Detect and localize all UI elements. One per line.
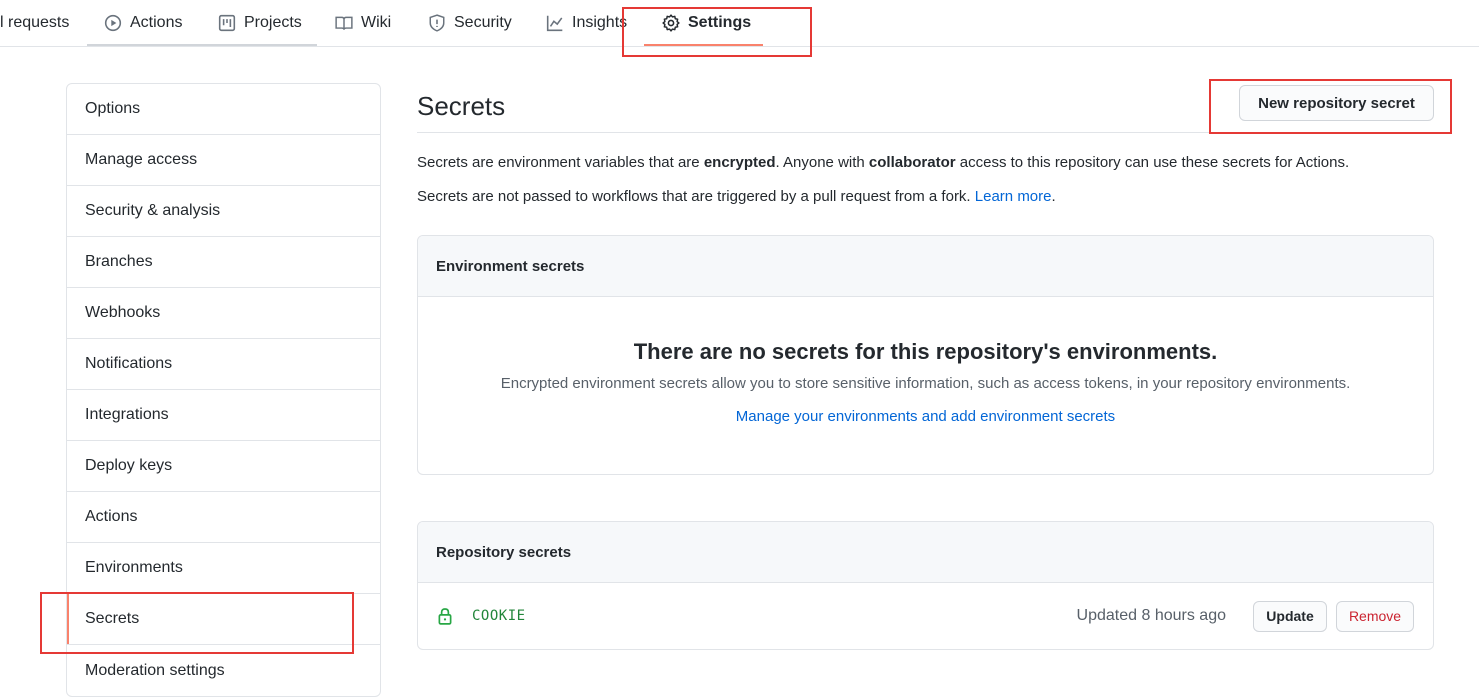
manage-environments-link[interactable]: Manage your environments and add environ… [736,408,1115,425]
tab-settings[interactable]: Settings [662,0,751,46]
fork-note: Secrets are not passed to workflows that… [417,188,1056,205]
repository-secrets-header: Repository secrets [418,522,1433,583]
sidebar-item-deploy-keys[interactable]: Deploy keys [67,441,380,492]
graph-icon [546,14,564,32]
tab-label: Settings [688,14,752,31]
sidebar-item-security-analysis[interactable]: Security & analysis [67,186,380,237]
sidebar-item-label: Environments [85,559,183,576]
play-icon [104,14,122,32]
sidebar-item-label: Webhooks [85,304,161,321]
sidebar-item-notifications[interactable]: Notifications [67,339,380,390]
lock-icon [436,607,454,625]
tab-label: Insights [572,14,628,31]
sidebar-item-label: Integrations [85,406,169,423]
tab-projects[interactable]: Projects [218,0,302,46]
shield-icon [428,14,446,32]
sidebar-item-options[interactable]: Options [67,84,380,135]
tab-label: Security [454,14,512,31]
tab-pull-requests[interactable]: l requests [0,0,69,46]
secret-name: COOKIE [472,608,526,624]
blankslate-title: There are no secrets for this repository… [633,339,1218,364]
settings-sidebar: Options Manage access Security & analysi… [66,83,381,697]
learn-more-link[interactable]: Learn more [975,188,1052,205]
sidebar-item-moderation-settings[interactable]: Moderation settings [67,645,380,696]
book-icon [335,14,353,32]
environment-secrets-box: Environment secrets There are no secrets… [417,235,1434,475]
secret-updated-time: Updated 8 hours ago [1076,607,1226,624]
sidebar-item-webhooks[interactable]: Webhooks [67,288,380,339]
secrets-description: Secrets are environment variables that a… [417,154,1350,171]
sidebar-item-label: Deploy keys [85,457,173,474]
tab-label: Actions [130,14,183,31]
gear-icon [662,14,680,32]
sidebar-item-label: Moderation settings [85,661,225,679]
page-title: Secrets [417,91,506,121]
tab-label: Wiki [361,14,392,31]
sidebar-item-actions[interactable]: Actions [67,492,380,543]
sidebar-item-label: Secrets [85,610,140,627]
update-secret-button[interactable]: Update [1253,600,1327,632]
tab-security[interactable]: Security [428,0,512,46]
sidebar-item-label: Manage access [85,151,198,168]
sidebar-item-branches[interactable]: Branches [67,237,380,288]
tab-wiki[interactable]: Wiki [335,0,391,46]
page-heading: Secrets New repository secret [417,83,1434,133]
sidebar-item-label: Actions [85,508,138,525]
project-icon [218,14,236,32]
tab-active-underline [644,44,763,46]
tab-label: Projects [244,14,302,31]
repository-secrets-box: Repository secrets COOKIE Updated 8 hour… [417,521,1434,650]
sidebar-item-manage-access[interactable]: Manage access [67,135,380,186]
environment-secrets-blankslate: There are no secrets for this repository… [418,339,1433,425]
blankslate-description: Encrypted environment secrets allow you … [500,375,1351,392]
remove-secret-button[interactable]: Remove [1336,600,1414,632]
tab-hover-underline [87,44,317,46]
secret-row: COOKIE Updated 8 hours ago Update Remove [418,583,1433,649]
repo-nav: l requests Actions Projects Wiki Securit… [0,0,1479,47]
sidebar-item-integrations[interactable]: Integrations [67,390,380,441]
sidebar-item-environments[interactable]: Environments [67,543,380,594]
sidebar-item-label: Branches [85,253,153,270]
sidebar-item-label: Options [85,100,141,117]
environment-secrets-header: Environment secrets [418,236,1433,297]
tab-label: l requests [0,14,70,31]
sidebar-item-label: Notifications [85,355,173,372]
tab-insights[interactable]: Insights [546,0,627,46]
sidebar-item-label: Security & analysis [85,202,221,219]
sidebar-item-secrets[interactable]: Secrets [67,594,380,645]
new-repository-secret-button[interactable]: New repository secret [1239,85,1434,121]
tab-actions[interactable]: Actions [104,0,182,46]
